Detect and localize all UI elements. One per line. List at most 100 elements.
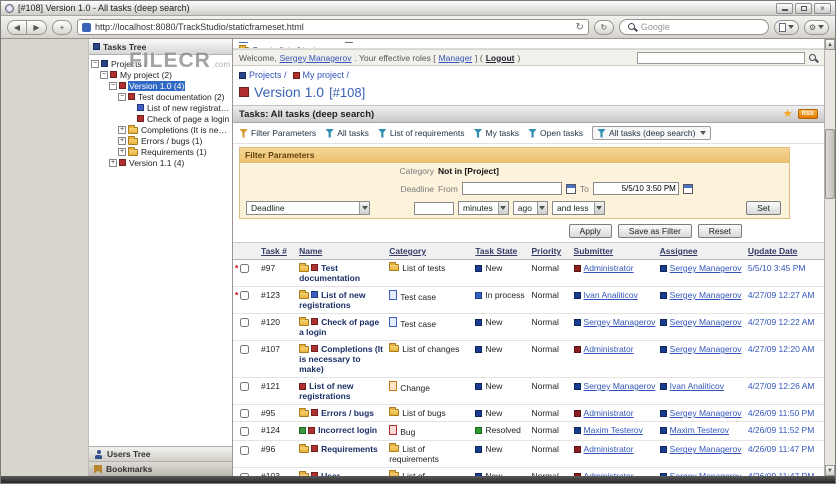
tree-item-label[interactable]: List of new registrations	[146, 103, 232, 113]
plus-toggle-icon[interactable]: +	[118, 136, 126, 145]
role-link[interactable]: Manager	[439, 53, 473, 63]
titlebar[interactable]: [#108] Version 1.0 - All tasks (deep sea…	[1, 1, 835, 16]
quick-search-input[interactable]	[637, 51, 805, 64]
row-checkbox[interactable]	[240, 345, 249, 355]
submitter-link[interactable]: Sergey Managerov	[584, 381, 656, 391]
favorite-star-icon[interactable]: ★	[783, 109, 793, 120]
column-header[interactable]: Priority	[531, 246, 561, 256]
submitter-link[interactable]: Administrator	[584, 444, 634, 454]
submitter-link[interactable]: Administrator	[584, 408, 634, 418]
submitter-link[interactable]: Maxim Testerov	[584, 425, 643, 435]
column-header[interactable]: Name	[299, 246, 322, 256]
tab-label[interactable]: All tasks	[337, 128, 369, 138]
assignee-link[interactable]: Maxim Testerov	[670, 425, 729, 435]
tab-label[interactable]: Open tasks	[540, 128, 583, 138]
assignee-link[interactable]: Sergey Managerov	[670, 263, 742, 273]
quick-search-icon[interactable]	[808, 53, 818, 63]
tab-all-tasks[interactable]: All tasks	[325, 128, 369, 138]
tree-item[interactable]: − Test documentation (2)	[89, 91, 232, 102]
column-header[interactable]: Task State	[475, 246, 517, 256]
tree-item-label[interactable]: Version 1.1 (4)	[128, 158, 185, 168]
task-name-link[interactable]: Errors / bugs	[321, 408, 374, 418]
users-tree-panel[interactable]: Users Tree	[89, 446, 232, 461]
scroll-up-arrow[interactable]: ▲	[825, 39, 835, 50]
refresh-button[interactable]: ↻	[593, 19, 614, 35]
vertical-scrollbar[interactable]: ▲ ▼	[824, 39, 835, 476]
tree-item-label[interactable]: Projects /	[110, 59, 147, 69]
reset-button[interactable]: Reset	[697, 224, 742, 238]
tasks-tree-header[interactable]: Tasks Tree	[89, 39, 232, 55]
rss-badge[interactable]: RSS	[797, 109, 818, 119]
tab-label[interactable]: All tasks (deep search)	[609, 128, 695, 138]
tab-label[interactable]: List of requirements	[390, 128, 465, 138]
column-header[interactable]: Submitter	[574, 246, 614, 256]
set-button[interactable]: Set	[746, 201, 781, 215]
close-button[interactable]: ×	[814, 2, 831, 14]
current-user-link[interactable]: Sergey Managerov	[280, 53, 352, 63]
direction-select[interactable]: ago	[512, 201, 548, 215]
scroll-down-arrow[interactable]: ▼	[825, 465, 835, 476]
tree-item-label[interactable]: Version 1.0 (4)	[128, 80, 186, 91]
reload-icon[interactable]: ↻	[575, 22, 583, 33]
tree-item[interactable]: + Version 1.1 (4)	[89, 157, 232, 168]
minus-toggle-icon[interactable]: −	[109, 81, 117, 90]
tree-item-label[interactable]: Completions (It is necessary	[140, 125, 232, 135]
assignee-link[interactable]: Sergey Managerov	[670, 344, 742, 354]
tab-list-of-requirements[interactable]: List of requirements	[377, 128, 465, 138]
tab-open-tasks[interactable]: Open tasks	[528, 128, 583, 138]
deadline-to-input[interactable]	[592, 182, 679, 195]
tab-label[interactable]: Filter Parameters	[251, 128, 316, 138]
row-checkbox[interactable]	[240, 426, 249, 436]
submitter-link[interactable]: Ivan Analiticov	[584, 290, 638, 300]
assignee-link[interactable]: Sergey Managerov	[670, 290, 742, 300]
new-tab-button[interactable]: +	[52, 19, 72, 35]
tree-item[interactable]: + Completions (It is necessary	[89, 124, 232, 135]
save-as-filter-button[interactable]: Save as Filter	[617, 224, 692, 238]
submitter-link[interactable]: Administrator	[584, 344, 634, 354]
comparison-select[interactable]: and less	[551, 201, 605, 215]
tree-item-label[interactable]: My project (2)	[119, 70, 173, 80]
tree-item-label[interactable]: Requirements (1)	[140, 147, 208, 157]
tree-item-label[interactable]: Errors / bugs (1)	[140, 136, 203, 146]
tab-my-tasks[interactable]: My tasks	[473, 128, 520, 138]
back-button[interactable]: ◀	[7, 19, 27, 35]
submitter-link[interactable]: Sergey Managerov	[584, 317, 656, 327]
assignee-link[interactable]: Sergey Managerov	[670, 317, 742, 327]
column-header[interactable]: Assignee	[660, 246, 698, 256]
maximize-button[interactable]	[795, 2, 812, 14]
tab-label[interactable]: My tasks	[486, 128, 520, 138]
row-checkbox[interactable]	[240, 318, 249, 328]
minus-toggle-icon[interactable]: −	[100, 70, 108, 79]
assignee-link[interactable]: Sergey Managerov	[670, 408, 742, 418]
tree-item[interactable]: + Requirements (1)	[89, 146, 232, 157]
task-name-link[interactable]: Requirements	[321, 444, 378, 454]
tree-item[interactable]: − Version 1.0 (4)	[89, 80, 232, 91]
tab-filter-parameters[interactable]: Filter Parameters	[239, 128, 316, 138]
deadline-from-input[interactable]	[461, 182, 562, 195]
apply-button[interactable]: Apply	[568, 224, 612, 238]
bookmarks-panel[interactable]: Bookmarks	[89, 461, 232, 476]
plus-toggle-icon[interactable]: +	[109, 158, 117, 167]
minimize-button[interactable]	[776, 2, 793, 14]
tree-item[interactable]: Check of page a login	[89, 113, 232, 124]
unit-select[interactable]: minutes	[458, 201, 509, 215]
plus-toggle-icon[interactable]: +	[118, 147, 126, 156]
task-name-link[interactable]: List of new registrations	[299, 381, 353, 401]
minus-toggle-icon[interactable]: −	[118, 92, 126, 101]
forward-button[interactable]: ▶	[27, 19, 47, 35]
logout-link[interactable]: Logout	[486, 53, 515, 63]
relative-value-input[interactable]	[414, 201, 454, 215]
browser-search-field[interactable]: Google	[618, 19, 769, 35]
tree-item[interactable]: + Errors / bugs (1)	[89, 135, 232, 146]
tree-item[interactable]: − My project (2)	[89, 69, 232, 80]
calendar-icon[interactable]	[565, 183, 576, 194]
column-header[interactable]: Category	[389, 246, 426, 256]
page-menu-button[interactable]	[773, 19, 799, 35]
row-checkbox[interactable]	[240, 291, 249, 301]
calendar-icon[interactable]	[682, 183, 693, 194]
row-checkbox[interactable]	[240, 409, 249, 419]
column-header[interactable]: Task #	[261, 246, 287, 256]
tree-item-label[interactable]: Test documentation (2)	[137, 92, 225, 102]
task-name-link[interactable]: Incorrect login	[318, 425, 377, 435]
plus-toggle-icon[interactable]: +	[118, 125, 126, 134]
